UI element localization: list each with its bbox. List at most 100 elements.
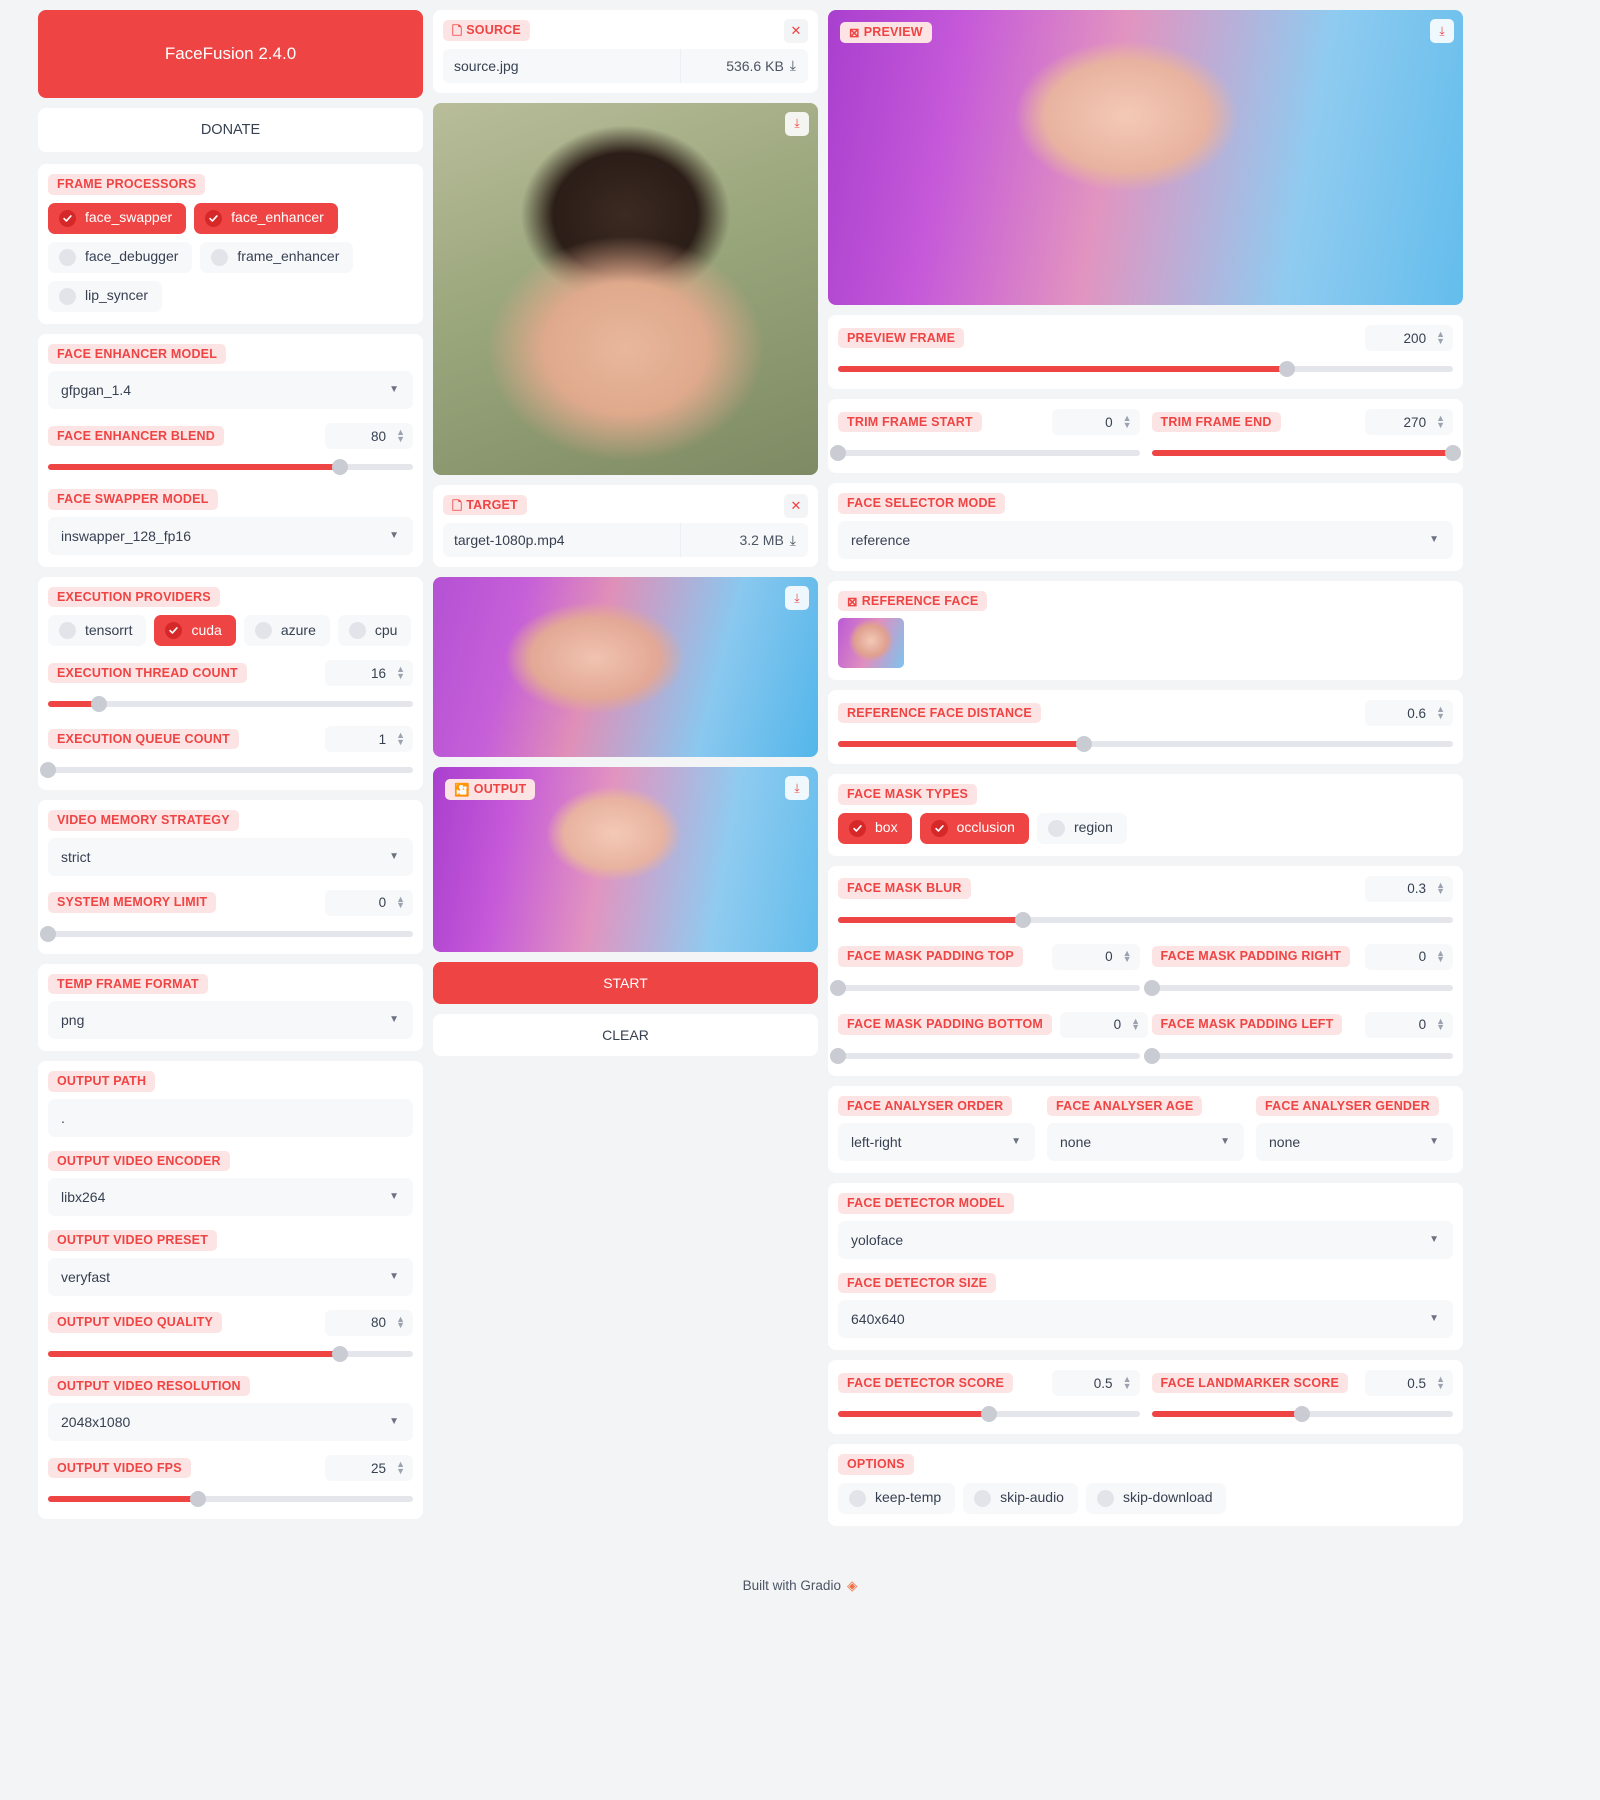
preview-frame-slider[interactable] <box>838 361 1453 377</box>
stepper-icon[interactable]: ▲ ▼ <box>1436 413 1445 429</box>
stepper-icon[interactable]: ▲ ▼ <box>1123 1374 1132 1390</box>
trim-frame-end-slider[interactable] <box>1151 445 1461 461</box>
reference-face-distance-slider[interactable] <box>838 736 1453 752</box>
face-mask-blur-slider[interactable] <box>838 911 1453 928</box>
output-download-button[interactable]: ⤓ <box>785 776 809 800</box>
face-landmarker-score-number[interactable]: 0.5 ▲ ▼ <box>1365 1370 1453 1396</box>
stepper-icon[interactable]: ▲ ▼ <box>396 1459 405 1475</box>
checkbox-face-enhancer[interactable]: face_enhancer <box>194 202 338 234</box>
source-file-size-cell[interactable]: 536.6 KB ⤓ <box>680 48 808 83</box>
slider-knob[interactable] <box>830 1047 846 1064</box>
checkbox-region[interactable]: region <box>1036 812 1127 844</box>
trim-frame-end-number[interactable]: 270 ▲ ▼ <box>1365 409 1453 435</box>
output-video-preset-dropdown[interactable]: veryfast ▼ <box>48 1257 413 1296</box>
output-video-encoder-dropdown[interactable]: libx264 ▼ <box>48 1178 413 1216</box>
stepper-icon[interactable]: ▲ ▼ <box>1123 413 1132 429</box>
face-landmarker-score-slider[interactable] <box>1151 1406 1453 1422</box>
face-selector-mode-dropdown[interactable]: reference ▼ <box>838 520 1453 559</box>
output-video-fps-number[interactable]: 25 ▲ ▼ <box>325 1455 413 1481</box>
source-file-row[interactable]: source.jpg 536.6 KB ⤓ <box>443 48 808 83</box>
face-detector-score-slider[interactable] <box>838 1406 1140 1422</box>
checkbox-skip-download[interactable]: skip-download <box>1085 1482 1227 1514</box>
system-memory-limit-slider[interactable] <box>40 925 413 942</box>
checkbox-cuda[interactable]: cuda <box>154 615 236 646</box>
target-close-button[interactable]: ✕ <box>784 493 808 518</box>
face-mask-blur-number[interactable]: 0.3 ▲ ▼ <box>1365 875 1453 902</box>
stepper-icon[interactable]: ▲ ▼ <box>1123 948 1132 964</box>
execution-thread-count-number[interactable]: 16 ▲ ▼ <box>325 660 413 686</box>
execution-queue-count-number[interactable]: 1 ▲ ▼ <box>325 726 413 752</box>
slider-knob[interactable] <box>332 1345 348 1362</box>
system-memory-limit-number[interactable]: 0 ▲ ▼ <box>325 889 413 916</box>
face-analyser-order-dropdown[interactable]: left-right ▼ <box>838 1123 1035 1161</box>
stepper-icon[interactable]: ▲ ▼ <box>1436 880 1445 896</box>
source-close-button[interactable]: ✕ <box>784 19 808 43</box>
face-analyser-age-dropdown[interactable]: none ▼ <box>1047 1123 1244 1161</box>
checkbox-azure[interactable]: azure <box>243 615 330 646</box>
execution-queue-count-slider[interactable] <box>40 762 413 778</box>
footer-text[interactable]: Built with Gradio <box>743 1578 841 1593</box>
source-image[interactable]: ⤓ <box>433 102 818 475</box>
slider-knob[interactable] <box>1076 736 1092 752</box>
target-download-button[interactable]: ⤓ <box>785 586 809 610</box>
slider-knob[interactable] <box>40 925 56 942</box>
preview-frame-number[interactable]: 200 ▲ ▼ <box>1365 325 1453 351</box>
preview-image[interactable]: ⊠ PREVIEW ⤓ <box>828 10 1463 305</box>
face-detector-score-number[interactable]: 0.5 ▲ ▼ <box>1051 1370 1140 1396</box>
stepper-icon[interactable]: ▲ ▼ <box>1436 948 1445 964</box>
face-enhancer-blend-slider[interactable] <box>48 459 413 475</box>
face-mask-padding-right-slider[interactable] <box>1143 979 1453 996</box>
execution-thread-count-slider[interactable] <box>48 696 413 712</box>
checkbox-tensorrt[interactable]: tensorrt <box>48 615 147 646</box>
download-icon[interactable]: ⤓ <box>790 57 796 74</box>
face-mask-padding-bottom-number[interactable]: 0 ▲ ▼ <box>1060 1011 1149 1038</box>
checkbox-occlusion[interactable]: occlusion <box>919 812 1029 844</box>
face-detector-model-dropdown[interactable]: yoloface ▼ <box>838 1220 1453 1259</box>
output-video-resolution-dropdown[interactable]: 2048x1080 ▼ <box>48 1403 413 1441</box>
output-path-input[interactable]: . <box>48 1098 413 1137</box>
checkbox-skip-audio[interactable]: skip-audio <box>963 1482 1078 1514</box>
clear-button[interactable]: CLEAR <box>433 1014 818 1056</box>
start-button[interactable]: START <box>433 962 818 1004</box>
slider-knob[interactable] <box>189 1491 206 1507</box>
reference-face-distance-number[interactable]: 0.6 ▲ ▼ <box>1365 700 1453 726</box>
slider-knob[interactable] <box>1143 1047 1160 1064</box>
face-mask-padding-top-slider[interactable] <box>830 979 1140 996</box>
stepper-icon[interactable]: ▲ ▼ <box>396 730 405 746</box>
trim-frame-start-slider[interactable] <box>830 445 1140 461</box>
face-enhancer-blend-number[interactable]: 80 ▲ ▼ <box>325 423 413 449</box>
face-mask-padding-top-number[interactable]: 0 ▲ ▼ <box>1051 943 1140 970</box>
face-enhancer-model-dropdown[interactable]: gfpgan_1.4 ▼ <box>48 371 413 409</box>
stepper-icon[interactable]: ▲ ▼ <box>1436 329 1445 345</box>
slider-knob[interactable] <box>332 459 348 475</box>
checkbox-keep-temp[interactable]: keep-temp <box>838 1482 956 1514</box>
target-file-size-cell[interactable]: 3.2 MB ⤓ <box>680 523 808 557</box>
output-video-fps-slider[interactable] <box>48 1491 413 1507</box>
preview-download-button[interactable]: ⤓ <box>1430 19 1454 43</box>
slider-knob[interactable] <box>91 696 108 712</box>
stepper-icon[interactable]: ▲ ▼ <box>1436 1374 1445 1390</box>
slider-knob[interactable] <box>1445 445 1461 461</box>
trim-frame-start-number[interactable]: 0 ▲ ▼ <box>1051 409 1140 435</box>
checkbox-cpu[interactable]: cpu <box>337 615 412 646</box>
face-detector-size-dropdown[interactable]: 640x640 ▼ <box>838 1300 1453 1338</box>
checkbox-frame-enhancer[interactable]: frame_enhancer <box>200 241 354 273</box>
face-mask-padding-left-number[interactable]: 0 ▲ ▼ <box>1365 1011 1453 1038</box>
stepper-icon[interactable]: ▲ ▼ <box>1436 704 1445 720</box>
output-video-quality-slider[interactable] <box>48 1345 413 1362</box>
slider-knob[interactable] <box>1143 979 1160 996</box>
checkbox-face-swapper[interactable]: face_swapper <box>48 202 187 234</box>
download-icon[interactable]: ⤓ <box>790 532 796 549</box>
stepper-icon[interactable]: ▲ ▼ <box>1436 1016 1445 1032</box>
face-mask-padding-right-number[interactable]: 0 ▲ ▼ <box>1365 943 1453 970</box>
checkbox-lip-syncer[interactable]: lip_syncer <box>48 280 163 312</box>
face-mask-padding-bottom-slider[interactable] <box>830 1047 1140 1064</box>
target-file-row[interactable]: target-1080p.mp4 3.2 MB ⤓ <box>443 523 808 557</box>
stepper-icon[interactable]: ▲ ▼ <box>396 1314 405 1330</box>
face-swapper-model-dropdown[interactable]: inswapper_128_fp16 ▼ <box>48 516 413 555</box>
slider-knob[interactable] <box>830 445 846 461</box>
slider-knob[interactable] <box>830 979 846 996</box>
checkbox-box[interactable]: box <box>838 812 912 844</box>
slider-knob[interactable] <box>1278 361 1295 377</box>
temp-frame-format-dropdown[interactable]: png ▼ <box>48 1001 413 1039</box>
